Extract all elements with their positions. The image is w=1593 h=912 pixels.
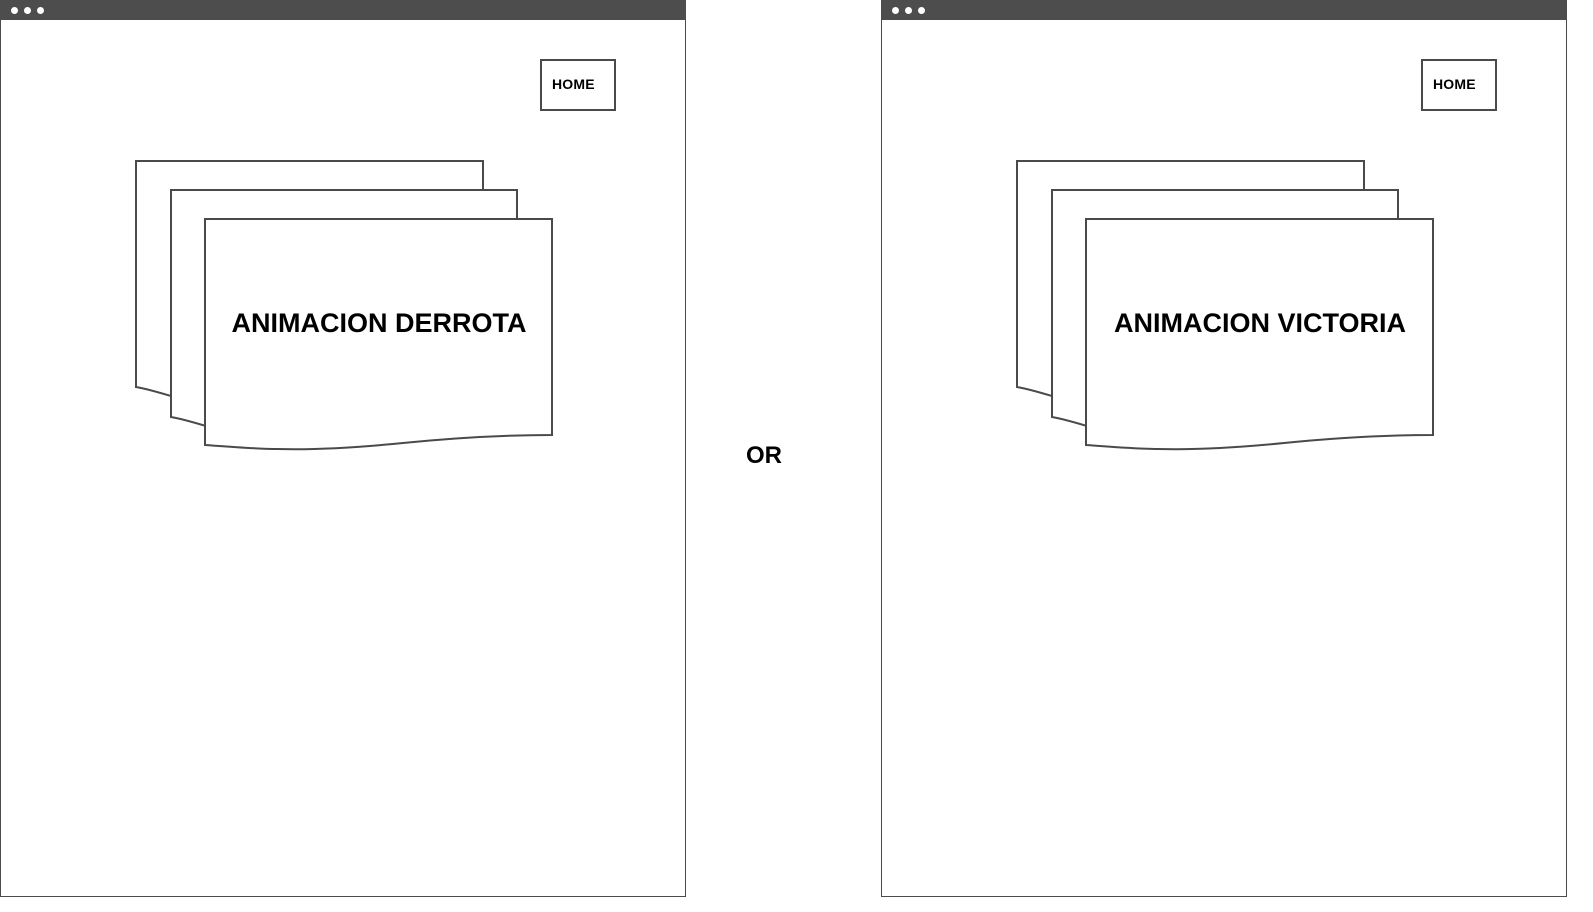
- defeat-animation-stack: ANIMACION DERROTA: [134, 158, 558, 454]
- or-separator: OR: [746, 442, 782, 469]
- home-button[interactable]: HOME: [540, 59, 616, 111]
- window-titlebar: [881, 0, 1567, 20]
- animation-title: ANIMACION VICTORIA: [1113, 308, 1406, 338]
- window-titlebar: [0, 0, 686, 20]
- window-dot-icon: [905, 7, 912, 14]
- victory-animation-stack: ANIMACION VICTORIA: [1015, 158, 1439, 454]
- document-stack-icon: [135, 160, 553, 451]
- window-dot-icon: [37, 7, 44, 14]
- animation-title: ANIMACION DERROTA: [231, 308, 527, 338]
- window-dot-icon: [892, 7, 899, 14]
- home-button[interactable]: HOME: [1421, 59, 1497, 111]
- victory-screen-window: HOME ANIMACION VICTORIA: [881, 0, 1567, 897]
- home-button-label: HOME: [552, 76, 595, 92]
- home-button-label: HOME: [1433, 76, 1476, 92]
- defeat-screen-window: HOME ANIMACION DERROTA: [0, 0, 686, 897]
- window-dot-icon: [11, 7, 18, 14]
- document-stack-icon: [1016, 160, 1434, 451]
- window-dot-icon: [24, 7, 31, 14]
- window-dot-icon: [918, 7, 925, 14]
